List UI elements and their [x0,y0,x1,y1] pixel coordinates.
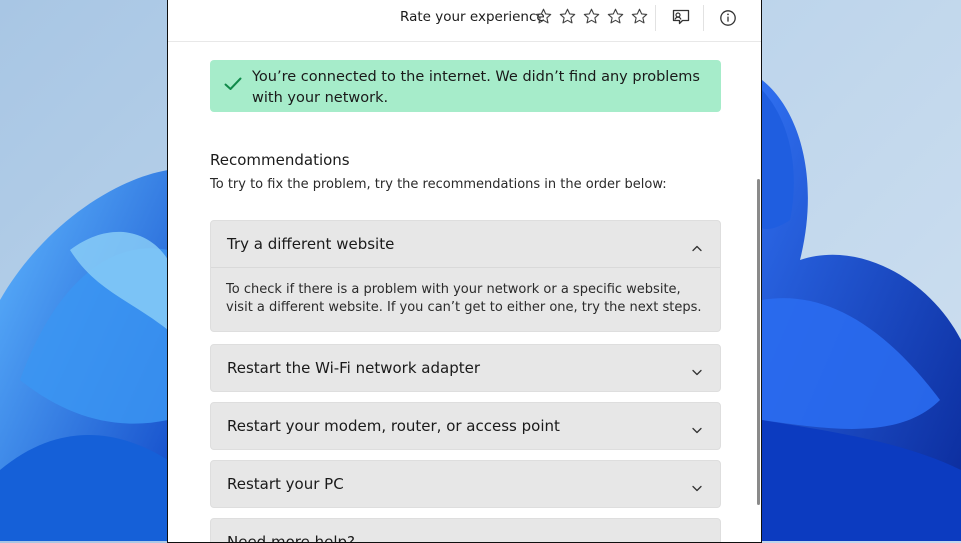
accordion-header[interactable]: Restart the Wi-Fi network adapter [211,345,720,391]
accordion-header[interactable]: Restart your modem, router, or access po… [211,403,720,449]
separator [703,5,704,31]
accordion-restart-pc: Restart your PC [210,460,721,508]
chevron-down-icon [692,420,702,438]
info-icon[interactable] [717,7,739,29]
star-1-icon[interactable] [534,7,553,26]
status-message: You’re connected to the internet. We did… [252,69,700,106]
troubleshooter-window: Rate your experience You’re connected to… [167,0,762,543]
accordion-title: Restart your PC [227,475,344,493]
accordion-title: Restart your modem, router, or access po… [227,417,560,435]
accordion-header[interactable]: Restart your PC [211,461,720,507]
accordion-title: Need more help? [227,533,355,543]
accordion-body: To check if there is a problem with your… [211,267,720,331]
scrollbar-thumb[interactable] [757,179,760,505]
accordion-title: Restart the Wi-Fi network adapter [227,359,481,377]
chevron-down-icon [692,362,702,380]
star-5-icon[interactable] [630,7,649,26]
checkmark-icon [224,77,242,98]
accordion-try-different-website: Try a different website To check if ther… [210,220,721,332]
status-banner: You’re connected to the internet. We did… [210,60,721,112]
separator [655,5,656,31]
accordion-title: Try a different website [227,235,395,253]
chevron-down-icon [692,478,702,496]
recommendations-subtitle: To try to fix the problem, try the recom… [210,177,667,192]
recommendations-title: Recommendations [210,151,350,169]
feedback-icon[interactable] [670,7,692,29]
accordion-restart-wifi-adapter: Restart the Wi-Fi network adapter [210,344,721,392]
star-3-icon[interactable] [582,7,601,26]
accordion-header[interactable]: Need more help? [211,519,720,543]
top-bar: Rate your experience [168,0,761,42]
accordion-need-more-help: Need more help? [210,518,721,543]
chevron-down-icon [692,536,702,542]
accordion-restart-modem-router: Restart your modem, router, or access po… [210,402,721,450]
rate-experience-label: Rate your experience [400,9,545,25]
accordion-header[interactable]: Try a different website [211,221,720,267]
chevron-up-icon [692,238,702,256]
rating-stars [534,7,649,26]
star-4-icon[interactable] [606,7,625,26]
star-2-icon[interactable] [558,7,577,26]
